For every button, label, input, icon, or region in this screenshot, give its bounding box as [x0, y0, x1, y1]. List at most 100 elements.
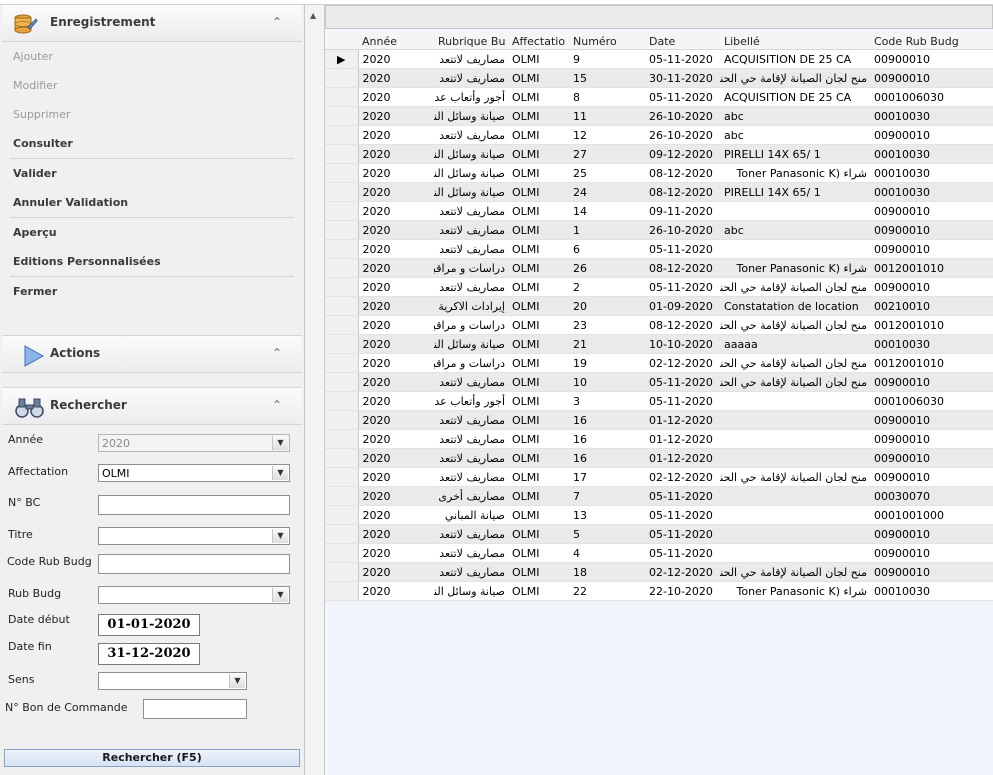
row-selector[interactable]: [325, 163, 359, 183]
cell-annee[interactable]: 2020: [358, 429, 434, 449]
column-header-rubrique[interactable]: Rubrique Bu: [434, 33, 508, 50]
cell-libelle[interactable]: منح لجان الصيانة لإقامة حي الحنا: [720, 68, 870, 88]
cell-numero[interactable]: 9: [569, 49, 645, 69]
cell-libelle[interactable]: منح لجان الصيانة لإقامة حي الحنا: [720, 353, 870, 373]
cell-code-rub-budg[interactable]: 00900010: [870, 448, 993, 468]
code-rub-budg-input[interactable]: [98, 554, 290, 574]
cell-affectation[interactable]: OLMI: [508, 277, 569, 297]
cell-code-rub-budg[interactable]: 00900010: [870, 125, 993, 145]
cell-annee[interactable]: 2020: [358, 524, 434, 544]
cell-code-rub-budg[interactable]: 0012001010: [870, 353, 993, 373]
cell-annee[interactable]: 2020: [358, 125, 434, 145]
table-row[interactable]: 2020 مصاريف لاتتعد OLMI 17 02-12-2020 منح لجا…: [325, 467, 993, 487]
cell-date[interactable]: 05-11-2020: [645, 391, 720, 411]
cell-rubrique[interactable]: مصاريف لاتتعد: [434, 410, 508, 430]
cell-affectation[interactable]: OLMI: [508, 372, 569, 392]
cell-affectation[interactable]: OLMI: [508, 87, 569, 107]
cell-numero[interactable]: 27: [569, 144, 645, 164]
cell-libelle[interactable]: منح لجان الصيانة لإقامة حي الحنا: [720, 467, 870, 487]
column-header-numero[interactable]: Numéro: [569, 33, 645, 50]
cell-rubrique[interactable]: مصاريف لاتتعد: [434, 239, 508, 259]
cell-numero[interactable]: 20: [569, 296, 645, 316]
cell-annee[interactable]: 2020: [358, 581, 434, 601]
cell-numero[interactable]: 13: [569, 505, 645, 525]
cell-code-rub-budg[interactable]: 00210010: [870, 296, 993, 316]
row-selector[interactable]: [325, 239, 359, 259]
cell-date[interactable]: 02-12-2020: [645, 353, 720, 373]
cell-affectation[interactable]: OLMI: [508, 467, 569, 487]
cell-numero[interactable]: 21: [569, 334, 645, 354]
cell-affectation[interactable]: OLMI: [508, 315, 569, 335]
cell-libelle[interactable]: شراء (Toner Panasonic K: [720, 258, 870, 278]
cell-annee[interactable]: 2020: [358, 315, 434, 335]
cell-numero[interactable]: 3: [569, 391, 645, 411]
table-row[interactable]: 2020 مصاريف لاتتعد OLMI 2 05-11-2020 منح لجان…: [325, 277, 993, 297]
cell-affectation[interactable]: OLMI: [508, 296, 569, 316]
row-selector[interactable]: [325, 581, 359, 601]
cell-numero[interactable]: 16: [569, 429, 645, 449]
row-selector[interactable]: [325, 486, 359, 506]
cell-code-rub-budg[interactable]: 00900010: [870, 467, 993, 487]
cell-libelle[interactable]: ACQUISITION DE 25 CA: [720, 49, 870, 69]
cell-libelle[interactable]: [720, 524, 870, 544]
cell-date[interactable]: 30-11-2020: [645, 68, 720, 88]
cell-code-rub-budg[interactable]: 00010030: [870, 182, 993, 202]
cell-affectation[interactable]: OLMI: [508, 239, 569, 259]
actions-header[interactable]: Actions ⌃︎: [2, 335, 302, 373]
dropdown-arrow-icon[interactable]: ▼: [229, 674, 245, 688]
cell-numero[interactable]: 17: [569, 467, 645, 487]
table-row[interactable]: 2020صيانة وسائل النقOLMI1126-10-2020abc0…: [325, 106, 993, 126]
cell-affectation[interactable]: OLMI: [508, 258, 569, 278]
rub-budg-select[interactable]: ▼: [98, 586, 290, 604]
date-fin-input[interactable]: 31-12-2020: [98, 643, 200, 665]
cell-annee[interactable]: 2020: [358, 486, 434, 506]
cell-code-rub-budg[interactable]: 0001001000: [870, 505, 993, 525]
cell-numero[interactable]: 8: [569, 87, 645, 107]
cell-affectation[interactable]: OLMI: [508, 334, 569, 354]
row-selector[interactable]: [325, 429, 359, 449]
cell-rubrique[interactable]: صيانة وسائل النق: [434, 144, 508, 164]
cell-annee[interactable]: 2020: [358, 68, 434, 88]
cell-annee[interactable]: 2020: [358, 163, 434, 183]
cell-code-rub-budg[interactable]: 00900010: [870, 410, 993, 430]
cell-annee[interactable]: 2020: [358, 372, 434, 392]
cell-date[interactable]: 01-09-2020: [645, 296, 720, 316]
cell-rubrique[interactable]: دراسات و مراقبة: [434, 315, 508, 335]
cell-annee[interactable]: 2020: [358, 201, 434, 221]
cell-date[interactable]: 08-12-2020: [645, 315, 720, 335]
cell-libelle[interactable]: شراء (Toner Panasonic K: [720, 163, 870, 183]
row-selector[interactable]: ▶: [325, 49, 359, 69]
cell-affectation[interactable]: OLMI: [508, 486, 569, 506]
collapse-chevron-icon[interactable]: ⌃︎: [272, 15, 282, 29]
cell-code-rub-budg[interactable]: 00900010: [870, 220, 993, 240]
cell-code-rub-budg[interactable]: 00900010: [870, 49, 993, 69]
table-row[interactable]: 2020 أجور وأتعاب عد OLMI 8 05-11-2020 ACQUISI…: [325, 87, 993, 107]
row-selector[interactable]: [325, 467, 359, 487]
cell-code-rub-budg[interactable]: 00030070: [870, 486, 993, 506]
cell-annee[interactable]: 2020: [358, 505, 434, 525]
cell-numero[interactable]: 2: [569, 277, 645, 297]
cell-numero[interactable]: 14: [569, 201, 645, 221]
cell-date[interactable]: 05-11-2020: [645, 543, 720, 563]
cell-libelle[interactable]: منح لجان الصيانة لإقامة حي الحنا: [720, 277, 870, 297]
cell-libelle[interactable]: منح لجان الصيانة لإقامة حي الحنا: [720, 372, 870, 392]
valider-item[interactable]: Valider: [10, 159, 294, 188]
cell-affectation[interactable]: OLMI: [508, 220, 569, 240]
editions-personnalisees-item[interactable]: Editions Personnalisées: [10, 247, 294, 277]
cell-rubrique[interactable]: مصاريف لاتتعد: [434, 201, 508, 221]
cell-libelle[interactable]: PIRELLI 14X 65/ 1: [720, 182, 870, 202]
cell-rubrique[interactable]: صيانة وسائل النق: [434, 163, 508, 183]
cell-affectation[interactable]: OLMI: [508, 201, 569, 221]
cell-annee[interactable]: 2020: [358, 353, 434, 373]
column-header-date[interactable]: Date: [645, 33, 720, 50]
row-selector[interactable]: [325, 353, 359, 373]
cell-code-rub-budg[interactable]: 00900010: [870, 429, 993, 449]
cell-affectation[interactable]: OLMI: [508, 448, 569, 468]
cell-affectation[interactable]: OLMI: [508, 353, 569, 373]
cell-code-rub-budg[interactable]: 00010030: [870, 334, 993, 354]
cell-date[interactable]: 10-10-2020: [645, 334, 720, 354]
cell-annee[interactable]: 2020: [358, 277, 434, 297]
table-row[interactable]: 2020 صيانة المباني OLMI 13 05-11-2020 0001001…: [325, 505, 993, 525]
cell-rubrique[interactable]: صيانة وسائل النق: [434, 334, 508, 354]
table-row[interactable]: 2020 مصاريف لاتتعد OLMI 14 09-11-2020 0090001…: [325, 201, 993, 221]
